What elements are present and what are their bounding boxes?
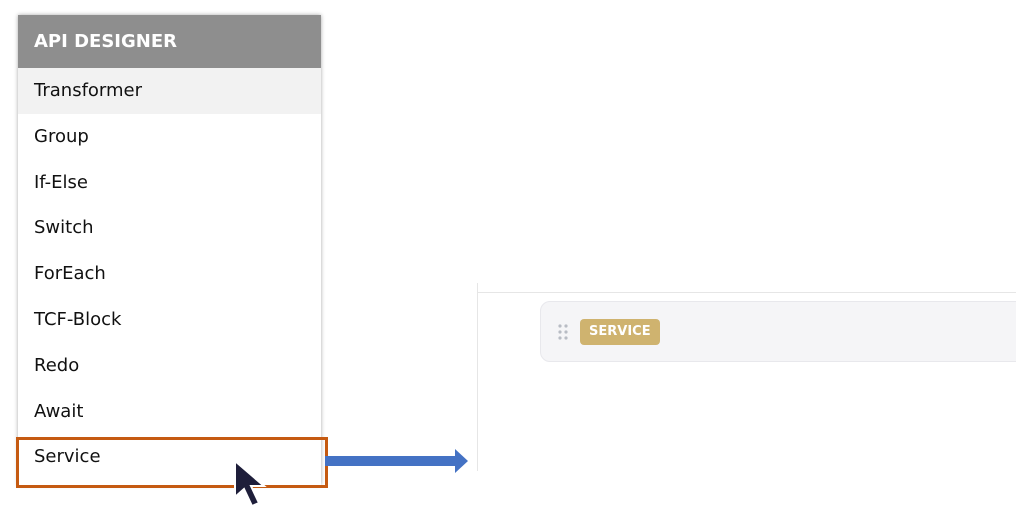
mouse-cursor-icon — [234, 459, 267, 508]
api-designer-menu: API DESIGNER Transformer Group If-Else S… — [18, 15, 321, 485]
menu-item-switch[interactable]: Switch — [18, 205, 321, 251]
menu-item-group[interactable]: Group — [18, 114, 321, 160]
menu-item-transformer[interactable]: Transformer — [18, 68, 321, 114]
arrow-right-icon — [325, 449, 468, 473]
canvas-divider-horizontal — [477, 292, 1016, 293]
menu-item-foreach[interactable]: ForEach — [18, 251, 321, 297]
menu-item-await[interactable]: Await — [18, 389, 321, 435]
drag-handle-icon[interactable] — [558, 324, 568, 340]
menu-item-tcf-block[interactable]: TCF-Block — [18, 297, 321, 343]
service-badge: SERVICE — [580, 319, 660, 345]
service-highlight-box — [16, 437, 328, 488]
service-block[interactable]: SERVICE — [540, 301, 1016, 362]
menu-item-if-else[interactable]: If-Else — [18, 160, 321, 206]
canvas-divider-vertical — [477, 283, 478, 471]
menu-item-redo[interactable]: Redo — [18, 343, 321, 389]
menu-title: API DESIGNER — [18, 15, 321, 68]
